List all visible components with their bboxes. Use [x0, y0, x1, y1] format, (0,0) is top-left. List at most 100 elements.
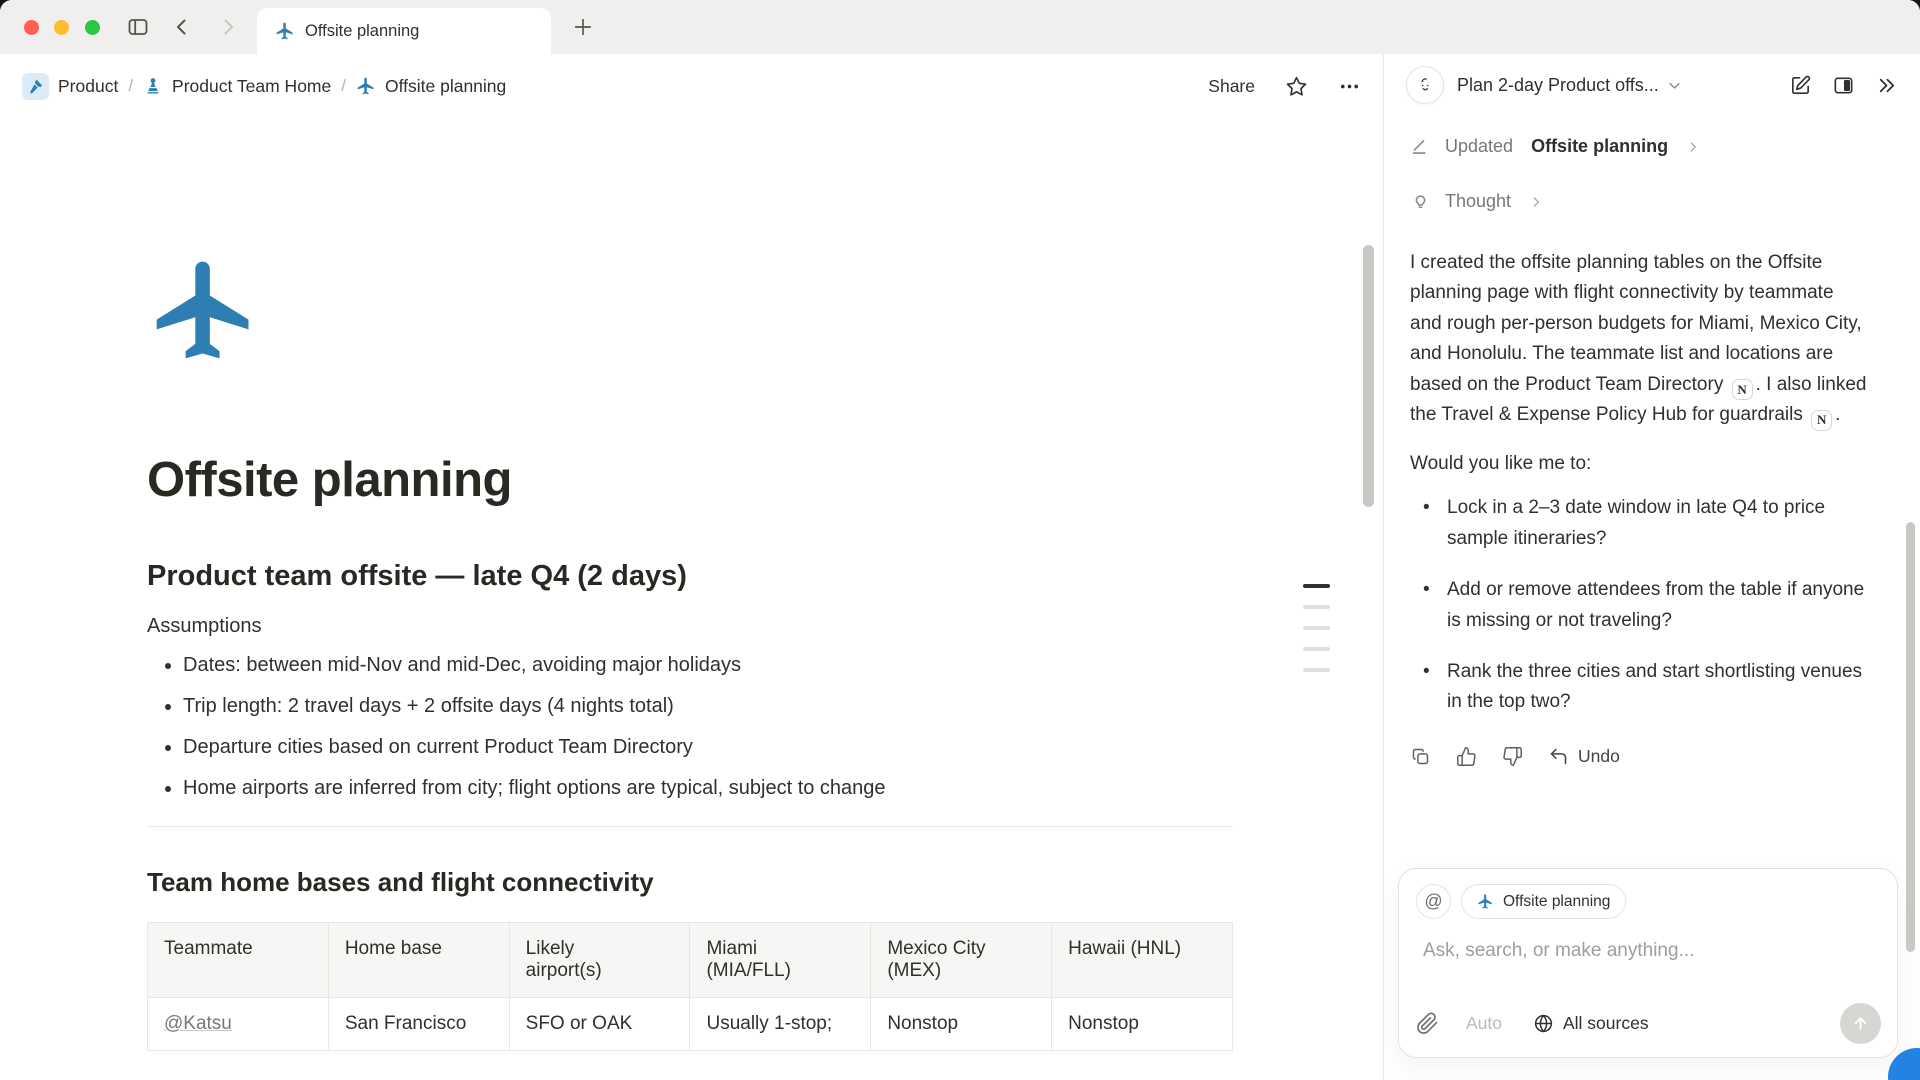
divider: [147, 826, 1233, 827]
hammer-icon: [22, 73, 49, 100]
airplane-icon: [356, 76, 376, 96]
breadcrumb-label: Product Team Home: [172, 76, 331, 97]
notion-ai-face-icon[interactable]: [1406, 66, 1444, 104]
suggestion-item: Lock in a 2–3 date window in late Q4 to …: [1410, 493, 1880, 554]
notion-page-badge-icon[interactable]: N: [1811, 410, 1832, 431]
teammate-mention[interactable]: @Katsu: [164, 1013, 232, 1034]
list-item: Departure cities based on current Produc…: [183, 736, 1233, 759]
undo-label: Undo: [1578, 746, 1620, 767]
undo-arrow-icon: [1548, 746, 1569, 767]
panel-layout-icon[interactable]: [1832, 74, 1855, 97]
column-header: Teammate: [148, 923, 329, 998]
assumptions-label: Assumptions: [147, 615, 1233, 638]
table-header-row: Teammate Home base Likely airport(s) Mia…: [148, 923, 1233, 998]
panel-scrollbar[interactable]: [1906, 522, 1915, 952]
zoom-window-button[interactable]: [85, 20, 100, 35]
section-heading-team-bases: Team home bases and flight connectivity: [147, 867, 1233, 898]
tab-bar: Offsite planning: [0, 0, 1920, 54]
breadcrumb-item-product[interactable]: Product: [22, 73, 118, 100]
table-cell: San Francisco: [328, 998, 509, 1051]
message-text: .: [1835, 404, 1840, 425]
table-row: @Katsu San Francisco SFO or OAK Usually …: [148, 998, 1233, 1051]
thought-step-row[interactable]: Thought: [1410, 191, 1894, 212]
app-window: Offsite planning Product / Product Team …: [0, 0, 1920, 1080]
updated-label: Updated: [1445, 136, 1513, 157]
send-button[interactable]: [1840, 1003, 1881, 1044]
sidebar-toggle-icon[interactable]: [126, 15, 150, 39]
ai-panel-body: Updated Offsite planning Thought I creat…: [1384, 116, 1920, 1080]
all-sources-label: All sources: [1563, 1013, 1649, 1034]
thumbs-down-icon[interactable]: [1502, 746, 1523, 767]
chevron-right-icon: [1686, 140, 1700, 154]
toc-bar: [1303, 626, 1330, 630]
breadcrumb-label: Product: [58, 76, 118, 97]
page-icon-airplane[interactable]: [147, 252, 263, 368]
copy-icon[interactable]: [1410, 746, 1431, 767]
pencil-edit-icon: [1410, 136, 1431, 157]
breadcrumb-label: Offsite planning: [385, 76, 506, 97]
flight-connectivity-table: Teammate Home base Likely airport(s) Mia…: [147, 922, 1233, 1051]
updated-page-link[interactable]: Offsite planning: [1531, 136, 1668, 157]
chat-input[interactable]: Ask, search, or make anything...: [1423, 940, 1880, 962]
list-item: Dates: between mid-Nov and mid-Dec, avoi…: [183, 654, 1233, 677]
pawn-icon: [143, 76, 163, 96]
message-actions: Undo: [1410, 746, 1894, 767]
column-header: Likely airport(s): [509, 923, 690, 998]
lightbulb-icon: [1410, 191, 1431, 212]
breadcrumb-item-offsite-planning[interactable]: Offsite planning: [356, 76, 506, 97]
tab-title: Offsite planning: [305, 22, 419, 41]
notion-page-badge-icon[interactable]: N: [1732, 379, 1753, 400]
table-cell: Usually 1-stop;: [690, 998, 871, 1051]
chevron-down-icon[interactable]: [1667, 78, 1682, 93]
tab-offsite-planning[interactable]: Offsite planning: [257, 8, 551, 54]
airplane-icon: [1477, 893, 1494, 910]
ai-composer[interactable]: @ Offsite planning Ask, search, or make …: [1398, 868, 1898, 1058]
ai-panel-header: Plan 2-day Product offs...: [1384, 54, 1920, 116]
breadcrumb-separator: /: [118, 76, 143, 96]
attachment-paperclip-icon[interactable]: [1416, 1012, 1439, 1035]
globe-icon: [1533, 1013, 1554, 1034]
new-tab-button[interactable]: [572, 16, 594, 38]
table-of-contents-indicator[interactable]: [1303, 584, 1330, 689]
toc-bar: [1303, 668, 1330, 672]
minimize-window-button[interactable]: [54, 20, 69, 35]
collapse-panel-chevrons-icon[interactable]: [1875, 74, 1898, 97]
ai-panel: Plan 2-day Product offs...: [1383, 54, 1920, 1080]
close-window-button[interactable]: [24, 20, 39, 35]
context-chip-label: Offsite planning: [1503, 893, 1610, 911]
context-chip-offsite-planning[interactable]: Offsite planning: [1461, 884, 1626, 919]
toc-bar: [1303, 605, 1330, 609]
notion-ai-corner-button[interactable]: [1888, 1048, 1920, 1080]
more-options-icon[interactable]: [1338, 75, 1361, 98]
undo-button[interactable]: Undo: [1548, 746, 1620, 767]
document-area: Offsite planning Product team offsite — …: [0, 118, 1383, 1080]
ai-thread-title[interactable]: Plan 2-day Product offs...: [1457, 75, 1659, 96]
thought-label: Thought: [1445, 191, 1511, 212]
mention-at-button[interactable]: @: [1416, 884, 1451, 919]
suggestion-item: Add or remove attendees from the table i…: [1410, 575, 1880, 636]
table-cell: Nonstop: [871, 998, 1052, 1051]
breadcrumb-item-product-team-home[interactable]: Product Team Home: [143, 76, 331, 97]
forward-button[interactable]: [216, 15, 240, 39]
suggestion-item: Rank the three cities and start shortlis…: [1410, 657, 1880, 718]
list-item: Home airports are inferred from city; fl…: [183, 777, 1233, 800]
back-button[interactable]: [170, 15, 194, 39]
updated-step-row[interactable]: Updated Offsite planning: [1410, 136, 1894, 157]
favorite-star-icon[interactable]: [1285, 75, 1308, 98]
breadcrumb-toolbar: Product / Product Team Home / Offsite pl…: [0, 54, 1383, 118]
all-sources-button[interactable]: All sources: [1533, 1013, 1649, 1034]
assumptions-list: Dates: between mid-Nov and mid-Dec, avoi…: [147, 654, 1233, 800]
main-scrollbar[interactable]: [1363, 245, 1374, 507]
list-item: Trip length: 2 travel days + 2 offsite d…: [183, 695, 1233, 718]
suggestions-list: Lock in a 2–3 date window in late Q4 to …: [1410, 493, 1880, 717]
share-button[interactable]: Share: [1208, 76, 1255, 97]
thumbs-up-icon[interactable]: [1456, 746, 1477, 767]
column-header: Home base: [328, 923, 509, 998]
breadcrumb-separator: /: [331, 76, 356, 96]
column-header: Mexico City (MEX): [871, 923, 1052, 998]
table-cell: SFO or OAK: [509, 998, 690, 1051]
auto-mode-button[interactable]: Auto: [1466, 1013, 1502, 1034]
new-chat-compose-icon[interactable]: [1789, 74, 1812, 97]
page-title: Offsite planning: [147, 452, 1233, 508]
airplane-icon: [275, 21, 295, 41]
